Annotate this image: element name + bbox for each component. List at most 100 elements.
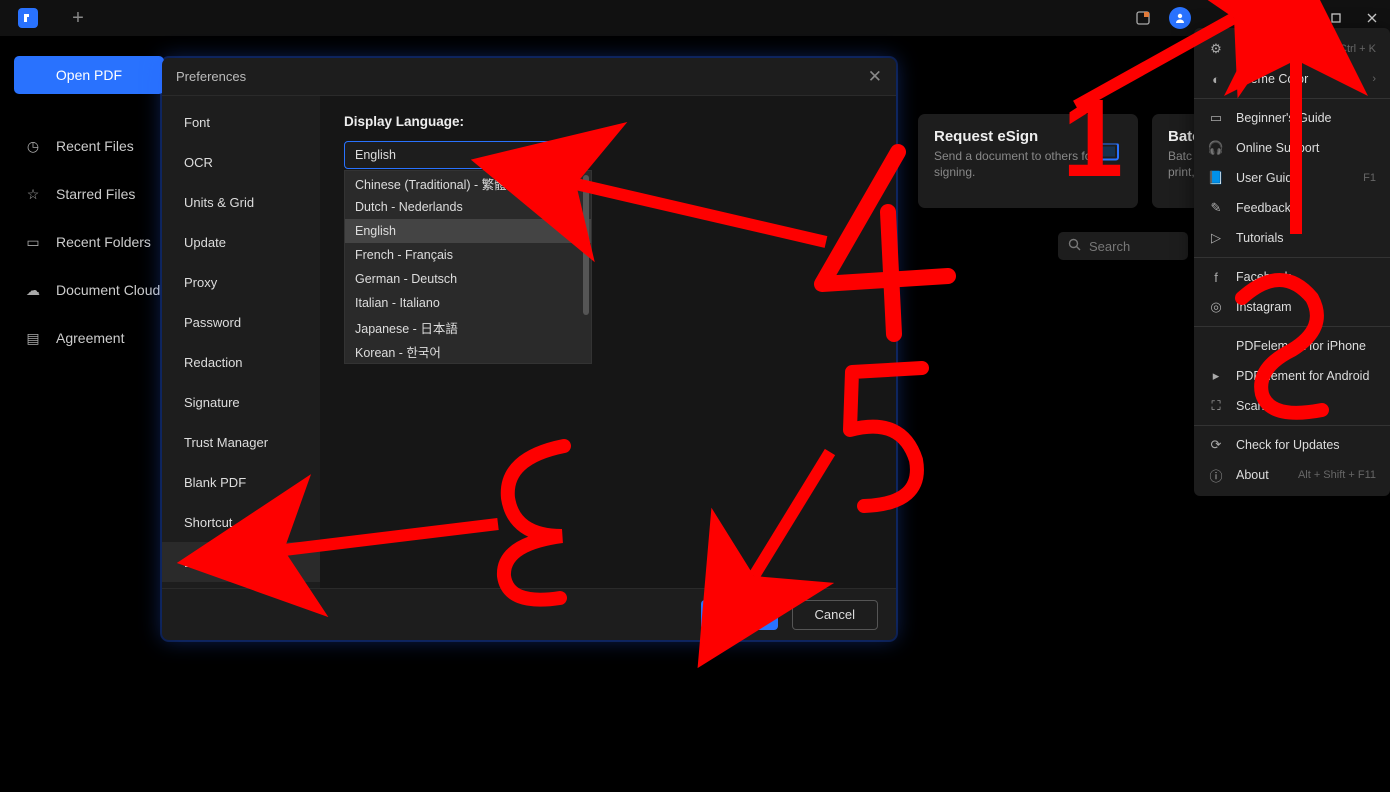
menu-icon: 📘 <box>1208 170 1224 186</box>
menu-label: Facebook <box>1236 270 1376 284</box>
menu-label: Online Support <box>1236 141 1376 155</box>
menu-icon <box>1208 338 1224 354</box>
sidebar-item-label: Recent Files <box>56 138 134 154</box>
menu-label: Scan <box>1236 399 1376 413</box>
menu-label: User Guide <box>1236 171 1351 185</box>
new-tab-button[interactable]: + <box>64 4 92 32</box>
dialog-content: Display Language: English ▾ Chinese (Tra… <box>320 96 896 588</box>
language-option[interactable]: German - Deutsch <box>345 267 591 291</box>
menu-icon: f <box>1208 269 1224 285</box>
menu-label: Preferences <box>1236 42 1327 56</box>
language-option[interactable]: Chinese (Traditional) - 繁體中文 <box>345 171 591 195</box>
panel-icon[interactable] <box>1125 0 1161 36</box>
preferences-dialog: Preferences ✕ FontOCRUnits & GridUpdateP… <box>162 58 896 640</box>
menu-shortcut: Ctrl + K <box>1339 43 1376 55</box>
dialog-tab-update[interactable]: Update <box>162 222 320 262</box>
dialog-tab-proxy[interactable]: Proxy <box>162 262 320 302</box>
batch-card[interactable]: Batc Batc print, <box>1152 114 1200 208</box>
dialog-tab-ocr[interactable]: OCR <box>162 142 320 182</box>
sidebar-item-agreement[interactable]: ▤Agreement <box>14 314 164 362</box>
dialog-tab-language[interactable]: Language <box>162 542 320 582</box>
language-option[interactable]: Dutch - Nederlands <box>345 195 591 219</box>
dialog-title: Preferences <box>176 69 246 84</box>
sidebar-item-recent-files[interactable]: ◷Recent Files <box>14 122 164 170</box>
menu-item-pdfelement-for-android[interactable]: ▸ PDFelement for Android <box>1194 361 1390 391</box>
menu-item-preferences[interactable]: ⚙ Preferences Ctrl + K <box>1194 34 1390 64</box>
language-option[interactable]: Italian - Italiano <box>345 291 591 315</box>
menu-item-tutorials[interactable]: ▷Tutorials <box>1194 223 1390 253</box>
menu-separator <box>1194 425 1390 426</box>
menu-separator <box>1194 98 1390 99</box>
dialog-tab-blank-pdf[interactable]: Blank PDF <box>162 462 320 502</box>
menu-icon: ⛶ <box>1208 398 1224 414</box>
card-subtitle: Batc print, <box>1168 149 1184 180</box>
language-combobox[interactable]: English ▾ Chinese (Traditional) - 繁體中文Du… <box>344 141 590 169</box>
search-input[interactable]: Search <box>1058 232 1188 260</box>
language-option[interactable]: Korean - 한국어 <box>345 339 591 363</box>
dialog-sidebar: FontOCRUnits & GridUpdateProxyPasswordRe… <box>162 96 320 588</box>
menu-label: Theme Color <box>1236 72 1360 86</box>
cancel-button[interactable]: Cancel <box>792 600 878 630</box>
display-language-label: Display Language: <box>344 114 872 129</box>
dialog-tab-trust-manager[interactable]: Trust Manager <box>162 422 320 462</box>
menu-label: About <box>1236 468 1286 482</box>
menu-item-user-guide[interactable]: 📘User GuideF1 <box>1194 163 1390 193</box>
sidebar-item-document-cloud[interactable]: ☁Document Cloud <box>14 266 164 314</box>
menu-item-facebook[interactable]: f Facebook <box>1194 262 1390 292</box>
request-esign-card[interactable]: Request eSign Send a document to others … <box>918 114 1138 208</box>
cloud-icon: ☁ <box>24 281 42 299</box>
menu-label: Instagram <box>1236 300 1376 314</box>
user-avatar[interactable] <box>1169 7 1191 29</box>
combobox-dropdown: Chinese (Traditional) - 繁體中文Dutch - Nede… <box>344 170 592 364</box>
menu-icon: 🎧 <box>1208 140 1224 156</box>
menu-icon: ▭ <box>1208 110 1224 126</box>
sidebar-item-label: Agreement <box>56 330 124 346</box>
combobox-value: English <box>355 148 396 162</box>
menu-label: PDFelement for Android <box>1236 369 1376 383</box>
menu-label: Beginner's Guide <box>1236 111 1376 125</box>
chevron-down-icon: ▾ <box>561 146 579 164</box>
dialog-tab-password[interactable]: Password <box>162 302 320 342</box>
dialog-tab-signature[interactable]: Signature <box>162 382 320 422</box>
language-option[interactable]: English <box>345 219 591 243</box>
menu-label: Feedback <box>1236 201 1376 215</box>
menu-label: Check for Updates <box>1236 438 1376 452</box>
menu-item-beginner-s-guide[interactable]: ▭ Beginner's Guide <box>1194 103 1390 133</box>
open-pdf-button[interactable]: Open PDF <box>14 56 164 94</box>
sidebar-item-recent-folders[interactable]: ▭Recent Folders <box>14 218 164 266</box>
menu-item-about[interactable]: ⓘAboutAlt + Shift + F11 <box>1194 460 1390 490</box>
dialog-footer: Apply Cancel <box>162 588 896 640</box>
menu-item-instagram[interactable]: ◎ Instagram <box>1194 292 1390 322</box>
apply-button[interactable]: Apply <box>701 600 778 630</box>
dialog-tab-redaction[interactable]: Redaction <box>162 342 320 382</box>
menu-item-check-for-updates[interactable]: ⟳ Check for Updates <box>1194 430 1390 460</box>
menu-separator <box>1194 257 1390 258</box>
menu-separator <box>1194 326 1390 327</box>
menu-icon: ◐ <box>1208 71 1224 87</box>
dialog-tab-font[interactable]: Font <box>162 102 320 142</box>
menu-item-online-support[interactable]: 🎧 Online Support <box>1194 133 1390 163</box>
card-title: Request eSign <box>934 128 1122 145</box>
menu-item-pdfelement-for-iphone[interactable]: PDFelement for iPhone <box>1194 331 1390 361</box>
app-logo <box>18 8 38 28</box>
menu-item-feedback[interactable]: ✎ Feedback <box>1194 193 1390 223</box>
language-option[interactable]: French - Français <box>345 243 591 267</box>
language-option[interactable]: Japanese - 日本語 <box>345 315 591 339</box>
menu-item-theme-color[interactable]: ◐Theme Color› <box>1194 64 1390 94</box>
dialog-tab-units-grid[interactable]: Units & Grid <box>162 182 320 222</box>
menu-icon: ⟳ <box>1208 437 1224 453</box>
separator <box>1275 9 1276 27</box>
dialog-tab-shortcut[interactable]: Shortcut <box>162 502 320 542</box>
menu-icon: ✎ <box>1208 200 1224 216</box>
menu-icon: ⚙ <box>1208 41 1224 57</box>
menu-icon: ◎ <box>1208 299 1224 315</box>
search-placeholder: Search <box>1089 239 1130 254</box>
card-title: Batc <box>1168 128 1184 145</box>
menu-icon: ▸ <box>1208 368 1224 384</box>
more-menu-button[interactable]: ⋮ <box>1239 6 1265 30</box>
scrollbar[interactable] <box>583 175 589 315</box>
dialog-close-button[interactable]: ✕ <box>868 67 882 87</box>
menu-item-scan[interactable]: ⛶ Scan <box>1194 391 1390 421</box>
sidebar-item-starred-files[interactable]: ☆Starred Files <box>14 170 164 218</box>
menu-label: Tutorials <box>1236 231 1376 245</box>
